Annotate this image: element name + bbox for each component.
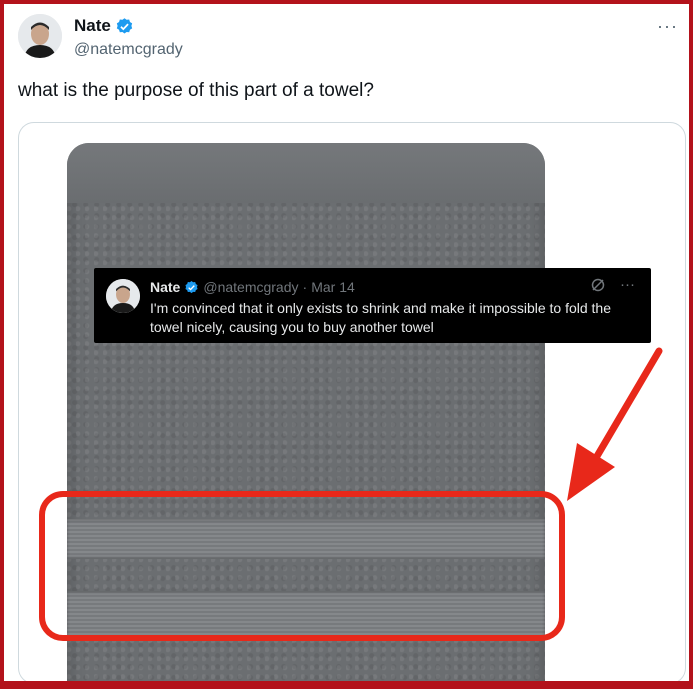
embedded-avatar[interactable] bbox=[106, 279, 140, 313]
embedded-date[interactable]: Mar 14 bbox=[311, 279, 355, 295]
embedded-author-name[interactable]: Nate bbox=[150, 279, 180, 295]
screenshot-frame: Nate @natemcgrady ··· what is the purpos… bbox=[0, 0, 693, 689]
avatar[interactable] bbox=[18, 14, 62, 58]
red-arrow-icon bbox=[567, 347, 663, 501]
towel-fold bbox=[67, 143, 545, 203]
embedded-separator: · bbox=[302, 279, 308, 295]
embedded-actions: ··· bbox=[590, 276, 635, 293]
more-horizontal-icon[interactable]: ··· bbox=[657, 16, 678, 37]
author-handle[interactable]: @natemcgrady bbox=[74, 41, 183, 59]
tweet-header: Nate @natemcgrady ··· bbox=[18, 10, 678, 66]
embedded-tweet-text: I'm convinced that it only exists to shr… bbox=[150, 300, 612, 335]
embedded-avatar-image bbox=[106, 279, 140, 313]
author-name[interactable]: Nate bbox=[74, 16, 111, 36]
embedded-tweet[interactable]: Nate @natemcgrady · Mar 14 ··· I'm convi… bbox=[94, 268, 651, 343]
avatar-image bbox=[18, 14, 62, 58]
author-name-row[interactable]: Nate bbox=[74, 16, 134, 36]
highlight-box bbox=[39, 491, 565, 641]
tweet-media[interactable]: Nate @natemcgrady · Mar 14 ··· I'm convi… bbox=[18, 122, 686, 681]
no-notification-icon[interactable] bbox=[590, 277, 606, 293]
embedded-verified-badge-icon bbox=[185, 280, 198, 293]
embedded-more-horizontal-icon[interactable]: ··· bbox=[620, 276, 635, 293]
tweet-text: what is the purpose of this part of a to… bbox=[18, 80, 374, 101]
embedded-tweet-header: Nate @natemcgrady · Mar 14 bbox=[150, 279, 355, 295]
embedded-author-handle[interactable]: @natemcgrady bbox=[203, 279, 298, 295]
verified-badge-icon bbox=[116, 17, 133, 34]
